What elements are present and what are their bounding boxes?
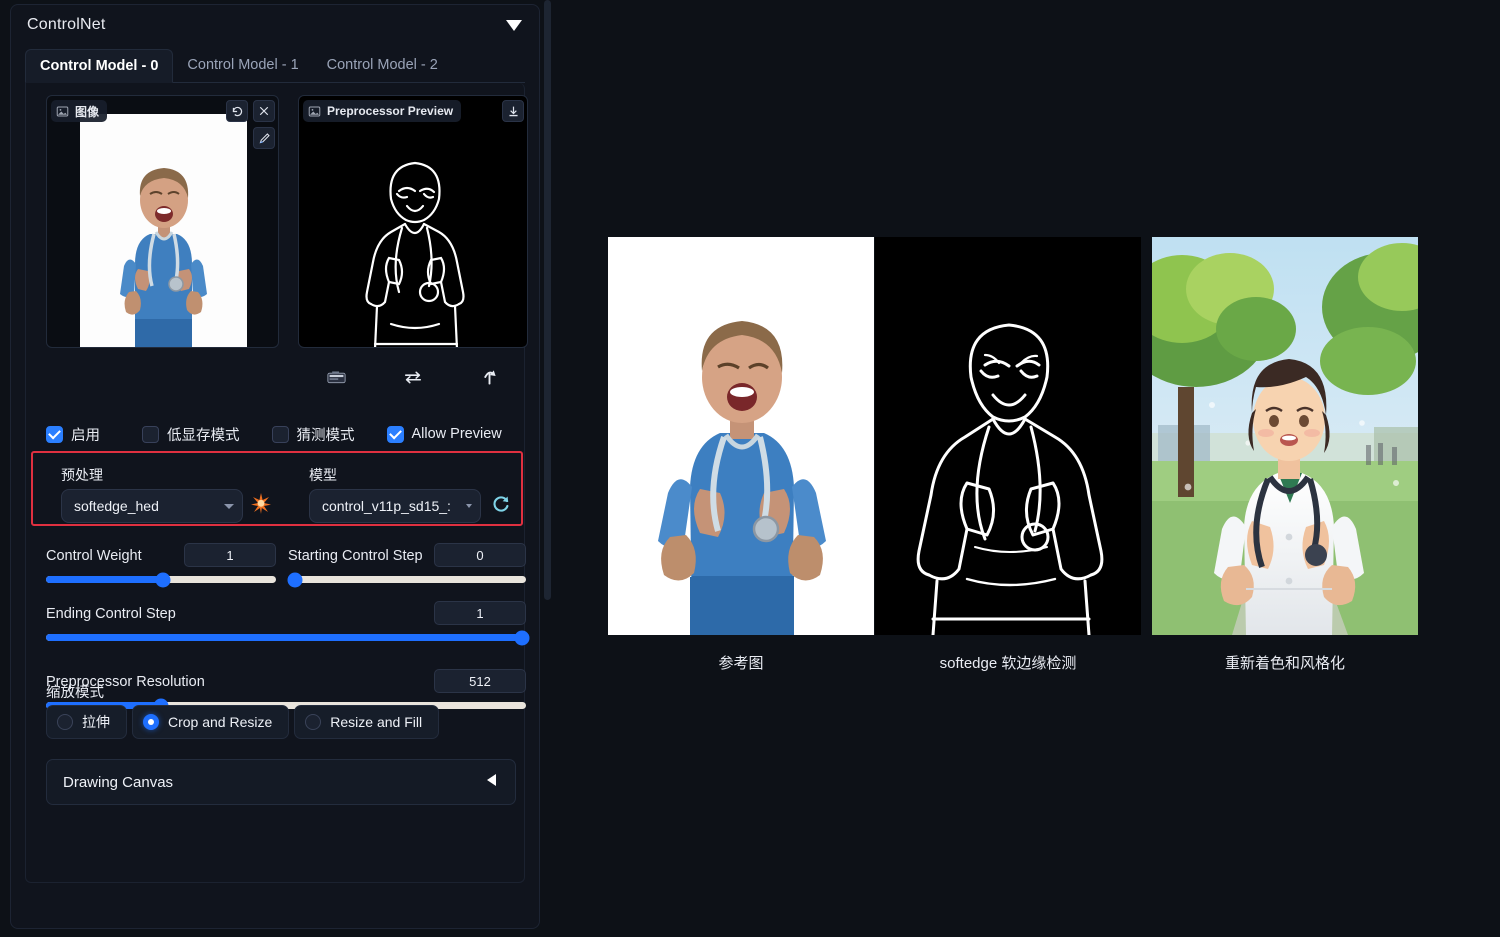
slider-control-weight-label: Control Weight <box>46 548 142 564</box>
preprocessor-label: 预处理 <box>61 465 103 485</box>
checkbox-guess-mode[interactable]: 猜测模式 <box>272 424 355 445</box>
radio-resize-and-fill-dot[interactable] <box>305 714 321 730</box>
resize-mode-label: 缩放模式 <box>46 681 104 702</box>
resize-mode-radio-group: 拉伸 Crop and Resize Resize and Fill <box>46 705 439 739</box>
preprocessor-preview-panel[interactable]: Preprocessor Preview <box>298 95 528 348</box>
radio-stretch-label: 拉伸 <box>82 712 110 732</box>
slider-control-weight-knob[interactable] <box>156 572 171 587</box>
undo-icon[interactable] <box>226 100 248 122</box>
slider-ending-control-step-label: Ending Control Step <box>46 606 176 622</box>
control-model-tabs: Control Model - 0 Control Model - 1 Cont… <box>25 49 525 83</box>
result-reference-caption: 参考图 <box>608 652 874 673</box>
image-icon <box>308 105 321 118</box>
slider-ending-control-step: Ending Control Step 1 <box>46 601 526 641</box>
swap-horizontal-icon[interactable] <box>399 364 427 390</box>
image-transfer-row <box>298 359 528 395</box>
source-image-panel[interactable]: 图像 <box>46 95 279 348</box>
controlnet-header: ControlNet <box>11 5 539 45</box>
triangle-down-icon[interactable] <box>505 16 523 34</box>
options-checkbox-row: 启用 低显存模式 猜测模式 Allow Preview <box>46 421 526 447</box>
model-dropdown[interactable]: control_v11p_sd15_: <box>309 489 481 523</box>
checkbox-enable-box[interactable] <box>46 426 63 443</box>
upload-arrow-icon[interactable] <box>476 364 504 390</box>
checkbox-enable[interactable]: 启用 <box>46 424 100 445</box>
slider-control-weight-track[interactable] <box>46 576 276 583</box>
panel-scrollbar-thumb[interactable] <box>544 0 551 600</box>
result-stylized-caption: 重新着色和风格化 <box>1152 652 1418 673</box>
controlnet-panel: ControlNet Control Model - 0 Control Mod… <box>10 4 540 929</box>
model-label: 模型 <box>309 465 337 485</box>
slider-ending-control-step-knob[interactable] <box>515 630 530 645</box>
preprocessor-preview-tag: Preprocessor Preview <box>303 100 461 122</box>
preprocessor-preview-tools <box>502 100 524 122</box>
chevron-down-icon <box>224 504 234 509</box>
drawing-canvas-label: Drawing Canvas <box>63 774 173 791</box>
download-icon[interactable] <box>502 100 524 122</box>
slider-preprocessor-resolution: Preprocessor Resolution 512 <box>46 669 526 709</box>
slider-preprocessor-resolution-value[interactable]: 512 <box>434 669 526 693</box>
preprocessor-preview-image <box>327 96 502 348</box>
slider-control-weight-value[interactable]: 1 <box>184 543 276 567</box>
image-icon <box>56 105 69 118</box>
preprocessor-dropdown-value: softedge_hed <box>74 498 224 514</box>
refresh-icon[interactable] <box>488 491 514 517</box>
results-area: 参考图 <box>560 0 1500 937</box>
source-image-photo <box>80 114 247 348</box>
result-edge-map-caption: softedge 软边缘检测 <box>875 652 1141 673</box>
chevron-down-icon <box>466 504 472 508</box>
radio-crop-and-resize-dot[interactable] <box>143 714 159 730</box>
source-image-tools <box>226 100 275 149</box>
slider-ending-control-step-value[interactable]: 1 <box>434 601 526 625</box>
spark-burst-icon[interactable] <box>250 492 272 514</box>
slider-starting-control-step-label: Starting Control Step <box>288 548 423 564</box>
slider-ending-control-step-track[interactable] <box>46 634 526 641</box>
result-edge-map-image[interactable] <box>875 237 1141 635</box>
result-reference-image[interactable] <box>608 237 874 635</box>
checkbox-guess-mode-box[interactable] <box>272 426 289 443</box>
edit-brush-icon[interactable] <box>253 127 275 149</box>
slider-starting-control-step: Starting Control Step 0 <box>288 543 526 583</box>
radio-stretch-dot[interactable] <box>57 714 73 730</box>
checkbox-allow-preview-box[interactable] <box>387 426 404 443</box>
checkbox-allow-preview[interactable]: Allow Preview <box>387 426 502 443</box>
panel-scrollbar-track[interactable] <box>544 0 551 937</box>
tab-control-model-2[interactable]: Control Model - 2 <box>313 48 452 82</box>
close-icon[interactable] <box>253 100 275 122</box>
checkbox-guess-mode-label: 猜测模式 <box>297 424 355 445</box>
triangle-left-icon[interactable] <box>485 773 499 792</box>
preprocessor-preview-tag-label: Preprocessor Preview <box>327 104 453 118</box>
checkbox-enable-label: 启用 <box>71 424 100 445</box>
slider-control-weight-fill <box>46 576 163 583</box>
model-dropdown-value: control_v11p_sd15_: <box>322 498 466 514</box>
tab-control-model-0[interactable]: Control Model - 0 <box>25 49 173 83</box>
radio-crop-and-resize[interactable]: Crop and Resize <box>132 705 289 739</box>
slider-starting-control-step-knob[interactable] <box>288 572 303 587</box>
camera-icon[interactable] <box>322 364 350 390</box>
checkbox-low-vram-box[interactable] <box>142 426 159 443</box>
drawing-canvas-accordion[interactable]: Drawing Canvas <box>46 759 516 805</box>
checkbox-allow-preview-label: Allow Preview <box>412 426 502 442</box>
slider-starting-control-step-track[interactable] <box>288 576 526 583</box>
slider-ending-control-step-fill <box>46 634 526 641</box>
radio-stretch[interactable]: 拉伸 <box>46 705 127 739</box>
slider-starting-control-step-value[interactable]: 0 <box>434 543 526 567</box>
slider-control-weight: Control Weight 1 <box>46 543 276 583</box>
checkbox-low-vram[interactable]: 低显存模式 <box>142 424 240 445</box>
model-selection-highlight-box: 预处理 softedge_hed 模型 control_v11p_sd15_: <box>31 451 523 526</box>
preprocessor-dropdown[interactable]: softedge_hed <box>61 489 243 523</box>
radio-resize-and-fill-label: Resize and Fill <box>330 714 422 730</box>
page-title: ControlNet <box>27 16 105 34</box>
result-stylized-image[interactable] <box>1152 237 1418 635</box>
source-image-tag-label: 图像 <box>75 103 99 120</box>
radio-crop-and-resize-label: Crop and Resize <box>168 714 272 730</box>
checkbox-low-vram-label: 低显存模式 <box>167 424 240 445</box>
tab-control-model-1[interactable]: Control Model - 1 <box>173 48 312 82</box>
source-image-tag: 图像 <box>51 100 107 122</box>
radio-resize-and-fill[interactable]: Resize and Fill <box>294 705 439 739</box>
control-model-0-body: 图像 <box>25 83 525 883</box>
